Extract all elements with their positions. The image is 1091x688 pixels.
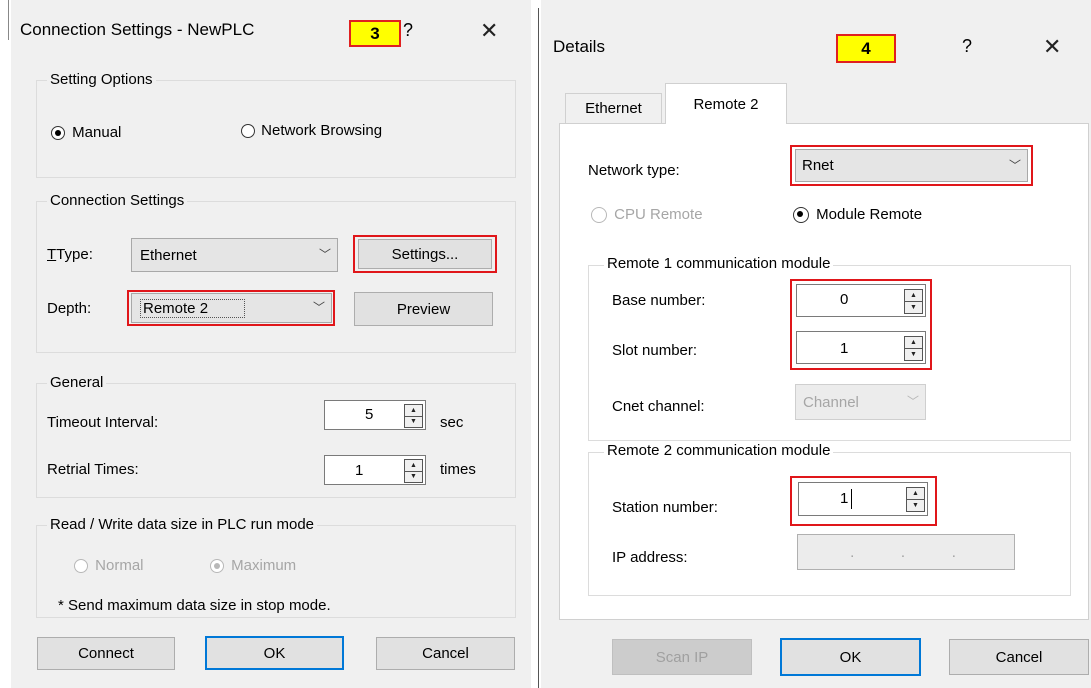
radio-icon	[241, 124, 255, 139]
read-write-legend: Read / Write data size in PLC run mode	[47, 516, 318, 533]
retrial-spinbox[interactable]: 1 ▲ ▼	[324, 455, 426, 485]
station-number-value: 1	[840, 490, 849, 507]
chevron-down-icon: ﹀	[312, 300, 325, 315]
cancel-button[interactable]: Cancel	[376, 637, 515, 670]
preview-button[interactable]: Preview	[354, 292, 493, 326]
tab-ethernet[interactable]: Ethernet	[565, 93, 662, 123]
ip-address-value: . . .	[850, 543, 962, 561]
slot-number-spinbox[interactable]: 1 ▲ ▼	[796, 331, 926, 364]
type-combobox[interactable]: Ethernet ﹀	[131, 238, 338, 272]
retrial-unit: times	[440, 461, 476, 478]
settings-button[interactable]: Settings...	[358, 239, 492, 269]
connect-button[interactable]: Connect	[37, 637, 175, 670]
radio-icon	[51, 126, 65, 141]
cnet-channel-label: Cnet channel:	[612, 398, 705, 415]
module-remote-radio-label: Module Remote	[816, 206, 923, 223]
spin-arrows-icon[interactable]: ▲ ▼	[904, 289, 923, 314]
timeout-label: Timeout Interval:	[47, 414, 159, 431]
step-badge-4: 4	[836, 34, 896, 63]
type-value: Ethernet	[140, 246, 197, 264]
timeout-unit: sec	[440, 414, 464, 431]
cancel-button[interactable]: Cancel	[949, 639, 1089, 675]
normal-radio[interactable]: Normal	[74, 557, 144, 574]
radio-icon	[74, 559, 88, 574]
help-icon[interactable]: ?	[962, 36, 972, 57]
cnet-channel-combobox[interactable]: Channel ﹀	[795, 384, 926, 420]
cnet-channel-value: Channel	[803, 393, 859, 411]
network-browsing-radio-label: Network Browsing	[261, 122, 383, 139]
spin-arrows-icon[interactable]: ▲ ▼	[904, 336, 923, 361]
type-label: TType:	[47, 246, 93, 263]
spin-arrows-icon[interactable]: ▲ ▼	[404, 459, 423, 483]
retrial-label: Retrial Times:	[47, 461, 139, 478]
network-type-label: Network type:	[588, 162, 680, 179]
ok-button[interactable]: OK	[780, 638, 921, 676]
base-number-spinbox[interactable]: 0 ▲ ▼	[796, 284, 926, 317]
radio-icon	[591, 207, 607, 224]
ip-address-field[interactable]: . . .	[797, 534, 1015, 570]
module-remote-radio[interactable]: Module Remote	[793, 206, 923, 224]
setting-options-legend: Setting Options	[47, 71, 156, 88]
remote1-legend: Remote 1 communication module	[604, 255, 834, 272]
general-group	[36, 383, 516, 498]
right-dialog-edge	[538, 8, 539, 688]
cpu-remote-radio-label: CPU Remote	[614, 206, 703, 223]
chevron-down-icon: ﹀	[1008, 158, 1021, 173]
dialog-title: Connection Settings - NewPLC	[20, 20, 255, 39]
retrial-value: 1	[355, 462, 364, 479]
close-icon[interactable]: ✕	[480, 18, 498, 44]
timeout-value: 5	[365, 406, 374, 423]
remote2-legend: Remote 2 communication module	[604, 442, 834, 459]
network-type-value: Rnet	[802, 157, 834, 174]
timeout-spinbox[interactable]: 5 ▲ ▼	[324, 400, 426, 430]
close-icon[interactable]: ✕	[1043, 34, 1061, 60]
scan-ip-button[interactable]: Scan IP	[612, 639, 752, 675]
radio-icon	[210, 559, 224, 574]
connection-settings-group	[36, 201, 516, 353]
depth-label: Depth:	[47, 300, 92, 317]
chevron-down-icon: ﹀	[318, 247, 331, 262]
base-number-label: Base number:	[612, 292, 706, 309]
network-browsing-radio[interactable]: Network Browsing	[241, 122, 382, 139]
general-legend: General	[47, 374, 107, 391]
slot-number-label: Slot number:	[612, 342, 698, 359]
help-icon[interactable]: ?	[403, 20, 413, 41]
depth-combobox[interactable]: Remote 2 ﹀	[131, 293, 332, 323]
ok-button[interactable]: OK	[205, 636, 344, 670]
connection-settings-legend: Connection Settings	[47, 192, 188, 209]
network-type-combobox[interactable]: Rnet ﹀	[795, 149, 1028, 182]
spin-arrows-icon[interactable]: ▲ ▼	[906, 487, 925, 512]
base-number-value: 0	[840, 291, 849, 308]
maximum-radio[interactable]: Maximum	[210, 557, 296, 574]
spin-arrows-icon[interactable]: ▲ ▼	[404, 404, 423, 428]
depth-value: Remote 2	[140, 298, 246, 318]
normal-radio-label: Normal	[95, 557, 144, 574]
slot-number-value: 1	[840, 340, 849, 357]
station-number-label: Station number:	[612, 499, 718, 516]
tab-remote-2[interactable]: Remote 2	[665, 83, 787, 124]
step-badge-3: 3	[349, 20, 401, 47]
ip-address-label: IP address:	[612, 549, 688, 566]
station-number-spinbox[interactable]: 1 ▲ ▼	[798, 482, 928, 516]
manual-radio-label: Manual	[72, 124, 122, 141]
radio-icon	[793, 207, 809, 224]
chevron-down-icon: ﹀	[906, 394, 919, 409]
cpu-remote-radio[interactable]: CPU Remote	[591, 206, 703, 224]
dialog-title: Details	[553, 37, 605, 56]
stop-mode-note: * Send maximum data size in stop mode.	[58, 597, 331, 614]
manual-radio[interactable]: Manual	[51, 124, 121, 141]
left-dialog-edge	[8, 0, 9, 40]
text-cursor	[851, 489, 852, 509]
maximum-radio-label: Maximum	[231, 557, 297, 574]
